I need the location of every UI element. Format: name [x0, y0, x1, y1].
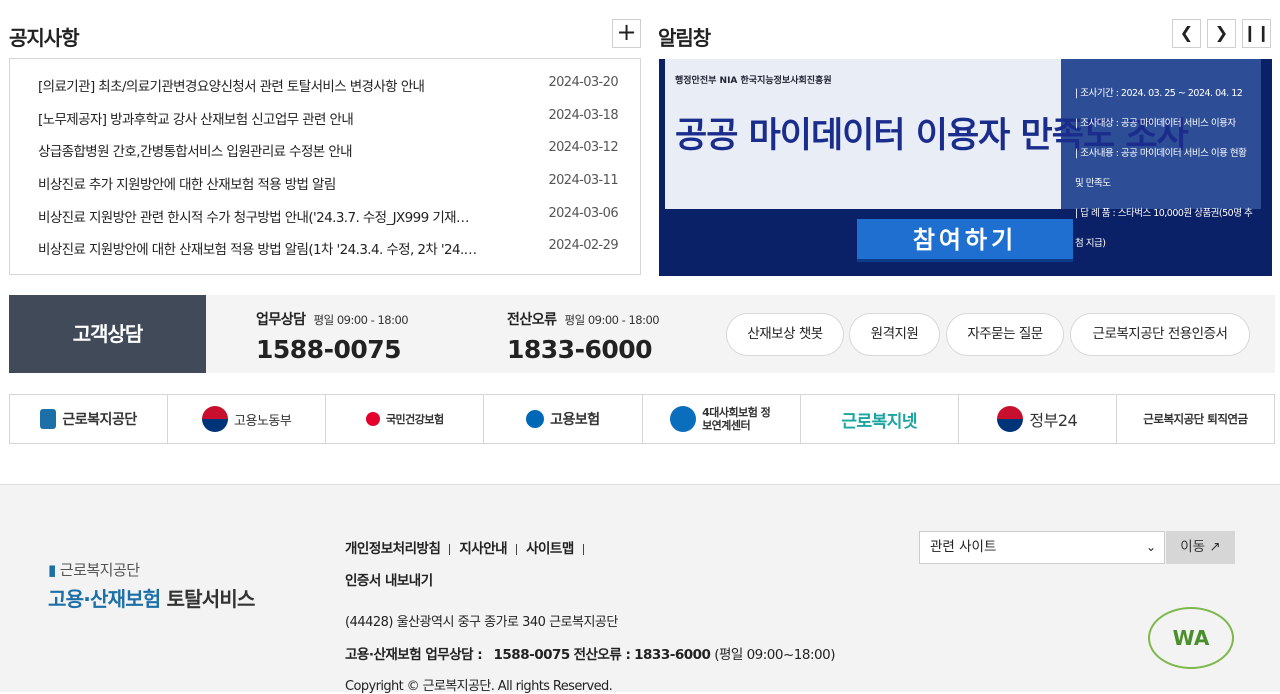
site-label: 정부24	[1029, 411, 1078, 430]
contact-phone: 1588-0075	[256, 335, 402, 364]
ei-logo-icon	[526, 410, 545, 428]
export-cert-link[interactable]: 인증서 내보내기	[345, 569, 433, 589]
contact-name: 전산오류	[507, 312, 557, 328]
kcomwel-logo-icon: ▮	[48, 561, 56, 579]
branch-link[interactable]: 지사안내	[459, 541, 507, 557]
customer-service-label: 고객상담	[9, 295, 206, 373]
notice-item[interactable]: [노무제공자] 방과후학교 강사 산재보험 신고업무 관련 안내 2024-03-…	[38, 105, 619, 129]
notice-item-title[interactable]: 비상진료 추가 지원방안에 대한 산재보험 적용 방법 알림	[38, 173, 478, 193]
go-button-label: 이동	[1180, 539, 1206, 555]
taegeuk-logo-icon	[997, 406, 1024, 432]
customer-service: 고객상담 업무상담 평일 09:00 - 18:00 1588-0075 전산오류…	[9, 295, 1275, 373]
notice-title: 공지사항	[9, 26, 80, 50]
contact-group: 전산오류 평일 09:00 - 18:00 1833-6000	[507, 309, 660, 364]
contact-hours: 평일 09:00 - 18:00	[313, 313, 409, 327]
footer-phone: 고용·산재보험 업무상담 : 1588-0075 전산오류 : 1833-600…	[345, 643, 835, 663]
alert-banner[interactable]: 행정안전부 NIA 한국지능정보사회진흥원 공공 마이데이터 이용자 만족도 조…	[659, 59, 1272, 276]
footer-tel2: 1833-6000	[634, 647, 711, 663]
site-link[interactable]: 고용노동부	[168, 395, 327, 443]
banner-info-line: | 답 례 품 : 스타벅스 10,000원 상품권(50명 추첨 지급)	[1075, 208, 1253, 249]
notice-list: [의료기관] 최초/의료기관변경요양신청서 관련 토탈서비스 변경사항 안내 20…	[9, 58, 641, 275]
site-label: 근로복지넷	[841, 411, 918, 432]
notice-item-title[interactable]: 비상진료 지원방안에 대한 산재보험 적용 방법 알림(1차 '24.3.4. …	[38, 238, 478, 258]
site-link[interactable]: 정부24	[959, 395, 1117, 443]
footer: ▮ 근로복지공단 고용·산재보험 토탈서비스 개인정보처리방침 지사안내 사이트맵 인…	[0, 484, 1280, 694]
notice-item-date: 2024-02-29	[548, 238, 618, 253]
contact-hours: 평일 09:00 - 18:00	[564, 313, 660, 327]
site-link[interactable]: 고용보험	[484, 395, 643, 443]
footer-org-name: 근로복지공단	[59, 561, 140, 579]
privacy-link[interactable]: 개인정보처리방침	[345, 541, 441, 557]
site-label: 국민건강보험	[385, 413, 444, 426]
footer-org: ▮ 근로복지공단	[48, 559, 140, 580]
notice-item[interactable]: [의료기관] 최초/의료기관변경요양신청서 관련 토탈서비스 변경사항 안내 20…	[38, 72, 619, 96]
banner-info-line: | 조사대상 : 공공 마이데이터 서비스 이용자	[1075, 118, 1236, 129]
kcomwel-logo-icon	[40, 409, 57, 429]
alert-title: 알림창	[658, 26, 711, 50]
site-link[interactable]: 근로복지넷	[801, 395, 959, 443]
sitemap-link[interactable]: 사이트맵	[526, 541, 574, 557]
notice-more-button[interactable]: +	[612, 19, 641, 48]
footer-service-a: 고용·산재보험	[48, 587, 161, 611]
footer-tel-label: 고용·산재보험 업무상담 :	[345, 647, 483, 663]
related-sites: 근로복지공단 고용노동부 국민건강보험 고용보험 4대사회보험 정보연계센터 근…	[9, 394, 1275, 444]
chevron-down-icon: ⌄	[1145, 540, 1156, 554]
site-link[interactable]: 근로복지공단	[10, 395, 169, 443]
site-label: 근로복지공단 퇴직연금	[1143, 412, 1248, 426]
banner-logos: 행정안전부 NIA 한국지능정보사회진흥원	[675, 76, 832, 86]
site-link[interactable]: 근로복지공단 퇴직연금	[1117, 395, 1274, 443]
notice-item-title[interactable]: [노무제공자] 방과후학교 강사 산재보험 신고업무 관련 안내	[38, 108, 478, 128]
related-site-select-value: 관련 사이트	[930, 539, 997, 555]
notice-item-date: 2024-03-18	[548, 108, 618, 123]
notice-item[interactable]: 비상진료 지원방안 관련 한시적 수가 청구방법 안내('24.3.7. 수정_…	[38, 203, 619, 227]
site-link[interactable]: 국민건강보험	[326, 395, 485, 443]
faq-button[interactable]: 자주묻는 질문	[946, 313, 1064, 356]
banner-info: | 조사기간 : 2024. 03. 25 ~ 2024. 04. 12 | 조…	[1075, 79, 1255, 259]
banner-info-line: | 조사내용 : 공공 마이데이터 서비스 이용 현황 및 만족도	[1075, 148, 1247, 189]
chatbot-button[interactable]: 산재보상 챗봇	[726, 313, 844, 356]
site-label: 4대사회보험 정보연계센터	[702, 406, 771, 432]
notice-item-date: 2024-03-06	[548, 206, 618, 221]
pause-icon[interactable]: ❙❙	[1242, 19, 1271, 48]
notice-item[interactable]: 상급종합병원 간호,간병통합서비스 입원관리료 수정본 안내 2024-03-12	[38, 137, 619, 161]
remote-support-button[interactable]: 원격지원	[849, 313, 940, 356]
notice-item[interactable]: 비상진료 지원방안에 대한 산재보험 적용 방법 알림(1차 '24.3.4. …	[38, 235, 619, 259]
site-label: 근로복지공단	[62, 412, 137, 428]
banner-join-button[interactable]: 참여하기	[857, 219, 1073, 262]
banner-info-line: | 조사기간 : 2024. 03. 25 ~ 2024. 04. 12	[1075, 88, 1243, 99]
site-label: 고용보험	[550, 412, 600, 428]
notice-item-date: 2024-03-11	[548, 173, 618, 188]
contact-name: 업무상담	[256, 312, 306, 328]
site-link[interactable]: 4대사회보험 정보연계센터	[643, 395, 801, 443]
chevron-right-icon[interactable]: ❯	[1207, 19, 1236, 48]
notice-item-date: 2024-03-20	[548, 75, 618, 90]
footer-service-b: 토탈서비스	[166, 587, 256, 611]
taegeuk-logo-icon	[202, 406, 229, 432]
notice-item-date: 2024-03-12	[548, 140, 618, 155]
external-link-icon: ↗	[1209, 539, 1221, 555]
footer-tel-hours: (평일 09:00~18:00)	[714, 647, 835, 663]
notice-item-title[interactable]: [의료기관] 최초/의료기관변경요양신청서 관련 토탈서비스 변경사항 안내	[38, 75, 478, 95]
notice-item-title[interactable]: 비상진료 지원방안 관련 한시적 수가 청구방법 안내('24.3.7. 수정_…	[38, 206, 478, 226]
site-label: 고용노동부	[234, 413, 292, 429]
go-button[interactable]: 이동 ↗	[1166, 531, 1235, 564]
4insure-logo-icon	[670, 406, 697, 432]
footer-tel2-label: 전산오류 :	[573, 647, 631, 663]
chevron-left-icon[interactable]: ❮	[1172, 19, 1201, 48]
notice-item[interactable]: 비상진료 추가 지원방안에 대한 산재보험 적용 방법 알림 2024-03-11	[38, 170, 619, 194]
web-accessibility-mark: WA	[1148, 607, 1234, 669]
footer-links: 개인정보처리방침 지사안내 사이트맵	[345, 537, 593, 557]
related-site-select[interactable]: 관련 사이트 ⌄	[919, 531, 1165, 564]
contact-group: 업무상담 평일 09:00 - 18:00 1588-0075	[256, 309, 409, 364]
notice-item-title[interactable]: 상급종합병원 간호,간병통합서비스 입원관리료 수정본 안내	[38, 140, 478, 160]
footer-address: (44428) 울산광역시 중구 종가로 340 근로복지공단	[345, 615, 618, 630]
footer-tel1: 1588-0075	[493, 647, 571, 663]
contact-phone: 1833-6000	[507, 335, 653, 364]
certificate-button[interactable]: 근로복지공단 전용인증서	[1070, 313, 1250, 356]
footer-service-logo: 고용·산재보험 토탈서비스	[48, 583, 255, 612]
footer-copyright: Copyright © 근로복지공단. All rights Reserved.	[345, 679, 613, 694]
nhis-logo-icon	[365, 412, 380, 426]
